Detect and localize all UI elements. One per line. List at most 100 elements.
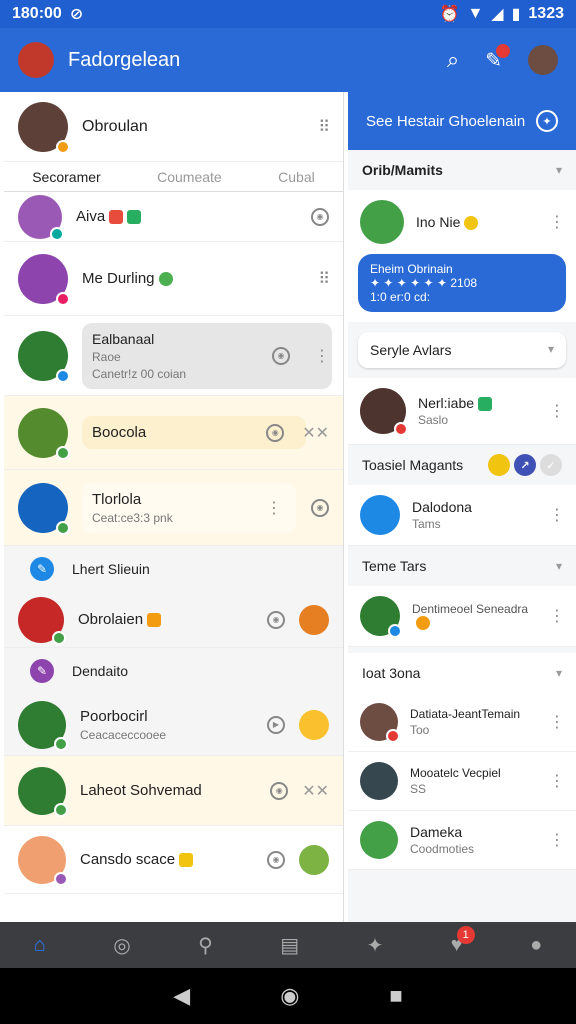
sort-dropdown[interactable]: Seryle Avlars ▾ bbox=[358, 332, 566, 368]
more-icon[interactable]: ⋮ bbox=[549, 505, 565, 525]
pin-icon[interactable]: ✦ bbox=[367, 933, 384, 958]
section-title: Lhert Slieuin bbox=[72, 561, 150, 577]
more-icon[interactable]: ⠿ bbox=[318, 269, 330, 289]
profile-icon[interactable]: ● bbox=[530, 934, 542, 957]
section-header: ✎ Lhert Slieuin bbox=[4, 546, 343, 592]
app-bar: Fadorgelean ⌕ ✎ bbox=[0, 28, 576, 92]
contact-info: Nerl:iabe Saslo bbox=[418, 395, 549, 427]
message-bubble[interactable]: Eheim Obrinain ✦ ✦ ✦ ✦ ✦ ✦ 2108 1:0 er:0… bbox=[358, 254, 566, 312]
section-title: Dendaito bbox=[72, 663, 129, 679]
contact-name: Ino Nie bbox=[416, 214, 549, 231]
list-item[interactable]: Tlorlola Ceat:ce3:3 pnk ⋮ ◉ bbox=[4, 470, 343, 546]
location-icon[interactable]: ⚲ bbox=[198, 933, 213, 958]
tab-1[interactable]: Secoramer bbox=[32, 169, 100, 185]
avatar bbox=[360, 200, 404, 244]
avatar bbox=[360, 762, 398, 800]
contact-name: Me Durling bbox=[82, 270, 318, 287]
recents-icon[interactable]: ■ bbox=[389, 983, 402, 1009]
avatar bbox=[299, 604, 329, 635]
list-item[interactable]: Dalodona Tams ⋮ bbox=[348, 485, 576, 546]
list-item[interactable]: Boocola ◉ ✕✕ bbox=[4, 396, 343, 470]
avatar[interactable] bbox=[18, 101, 70, 154]
contact-info: Dalodona Tams bbox=[412, 499, 472, 531]
section-title: Orib/Mamits bbox=[362, 162, 443, 178]
list-item[interactable]: Mooatelc Vecpiel SS ⋮ bbox=[348, 752, 576, 811]
search-icon[interactable]: ⌕ bbox=[447, 47, 459, 73]
home-icon[interactable]: ⌂ bbox=[34, 934, 46, 957]
more-icon[interactable]: ⋮ bbox=[266, 498, 282, 518]
status-icon[interactable]: ◉ bbox=[311, 498, 329, 517]
notification-badge: 1 bbox=[456, 925, 475, 944]
message-line: Ceacaceccooee bbox=[80, 727, 167, 742]
list-item[interactable]: Cansdo scace ◉ bbox=[4, 826, 343, 894]
status-icon[interactable]: ◉ bbox=[311, 207, 329, 226]
status-icon[interactable]: ◉ bbox=[267, 850, 285, 869]
avatar bbox=[18, 700, 68, 751]
avatar bbox=[360, 596, 402, 638]
list-item[interactable]: Datiata-JeantTemain Too ⋮ bbox=[348, 693, 576, 752]
list-item[interactable]: Laheot Sohvemad ◉ ✕✕ bbox=[4, 756, 343, 826]
emoji-row-icon: ✦ ✦ ✦ ✦ ✦ ✦ bbox=[370, 276, 451, 290]
list-item[interactable]: Aiva ◉ bbox=[4, 192, 343, 242]
list-item[interactable]: Dameka Coodmoties ⋮ bbox=[348, 811, 576, 870]
contact-info: Mooatelc Vecpiel SS bbox=[410, 766, 501, 796]
more-icon[interactable]: ⋮ bbox=[549, 771, 565, 791]
list-item[interactable]: Ealbanaal Raoe Canetr!z 00 coian ◉ ⋮ bbox=[4, 316, 343, 396]
tab-bar: Secoramer Coumeate Cubal bbox=[4, 162, 343, 192]
back-icon[interactable]: ◀ bbox=[173, 983, 190, 1009]
notification-icon[interactable]: ✎ bbox=[485, 43, 510, 73]
chat-list-panel: Obroulan ⠿ Secoramer Coumeate Cubal Aiva… bbox=[4, 92, 344, 922]
more-icon[interactable]: ⋮ bbox=[549, 606, 565, 626]
play-icon[interactable]: ▶ bbox=[267, 715, 285, 734]
more-icon[interactable]: ⠿ bbox=[318, 117, 330, 137]
section-header[interactable]: Ioat 3ona ▾ bbox=[348, 653, 576, 693]
bubble-line: 1:0 er:0 cd: bbox=[370, 290, 431, 304]
message-line: Canetr!z 00 coian bbox=[92, 366, 187, 381]
avatar bbox=[360, 388, 408, 436]
more-icon[interactable]: ⋮ bbox=[549, 712, 565, 732]
account-avatar[interactable] bbox=[528, 45, 558, 75]
avatar bbox=[360, 703, 400, 743]
camera-icon[interactable]: ◎ bbox=[113, 933, 130, 958]
section-header[interactable]: Teme Tars ▾ bbox=[348, 546, 576, 586]
more-icon[interactable]: ⋮ bbox=[314, 346, 330, 366]
tab-2[interactable]: Coumeate bbox=[157, 169, 222, 185]
contact-name: Obrolaien bbox=[78, 611, 267, 628]
avatar bbox=[360, 495, 400, 535]
list-item[interactable]: Nerl:iabe Saslo ⋮ bbox=[348, 378, 576, 445]
contact-info: Dameka Coodmoties bbox=[410, 824, 475, 856]
more-icon[interactable]: ⋮ bbox=[549, 830, 565, 850]
avatar bbox=[299, 844, 329, 875]
dismiss-icon[interactable]: ✕✕ bbox=[302, 781, 329, 801]
dropdown-value: Seryle Avlars bbox=[370, 342, 452, 358]
dismiss-icon[interactable]: ✕✕ bbox=[302, 423, 329, 443]
calendar-icon[interactable]: ▤ bbox=[280, 933, 299, 958]
alarm-icon: ⏰ bbox=[439, 6, 460, 23]
app-title: Fadorgelean bbox=[68, 48, 181, 71]
list-item[interactable]: Poorbocirl Ceacaceccooee ▶ bbox=[4, 694, 343, 756]
contact-info: Dentimeoel Seneadra bbox=[412, 602, 549, 631]
home-button-icon[interactable]: ◉ bbox=[280, 983, 299, 1009]
notifications-icon[interactable]: ♥ 1 bbox=[451, 925, 475, 957]
status-icon[interactable]: ◉ bbox=[267, 610, 285, 629]
more-icon[interactable]: ⋮ bbox=[549, 401, 565, 421]
more-icon[interactable]: ⋮ bbox=[549, 212, 565, 232]
status-icon[interactable]: ◉ bbox=[272, 346, 290, 365]
list-item[interactable]: Me Durling ⠿ bbox=[4, 242, 343, 316]
contact-name: Poorbocirl bbox=[80, 707, 148, 725]
status-icon[interactable]: ◉ bbox=[270, 781, 289, 800]
list-item[interactable]: Ino Nie ⋮ bbox=[348, 190, 576, 254]
avatar bbox=[18, 330, 70, 383]
see-all-button[interactable]: See Hestair Ghoelenain ✦ bbox=[348, 92, 576, 150]
profile-avatar[interactable] bbox=[18, 42, 54, 78]
share-icon[interactable]: ↗ bbox=[514, 454, 536, 476]
status-icon[interactable]: ◉ bbox=[266, 423, 285, 442]
contact-info: Datiata-JeantTemain Too bbox=[410, 707, 521, 737]
check-icon[interactable]: ✓ bbox=[540, 454, 562, 476]
list-item[interactable]: Dentimeoel Seneadra ⋮ bbox=[348, 586, 576, 647]
emoji-icon[interactable] bbox=[488, 454, 510, 476]
app-root: 180:00 ⊘ ⏰ ▼ ◢ ▮ 1323 Fadorgelean ⌕ ✎ Ob… bbox=[0, 0, 576, 1024]
section-header[interactable]: Orib/Mamits ▾ bbox=[348, 150, 576, 190]
tab-3[interactable]: Cubal bbox=[278, 169, 315, 185]
list-item[interactable]: Obrolaien ◉ bbox=[4, 592, 343, 648]
